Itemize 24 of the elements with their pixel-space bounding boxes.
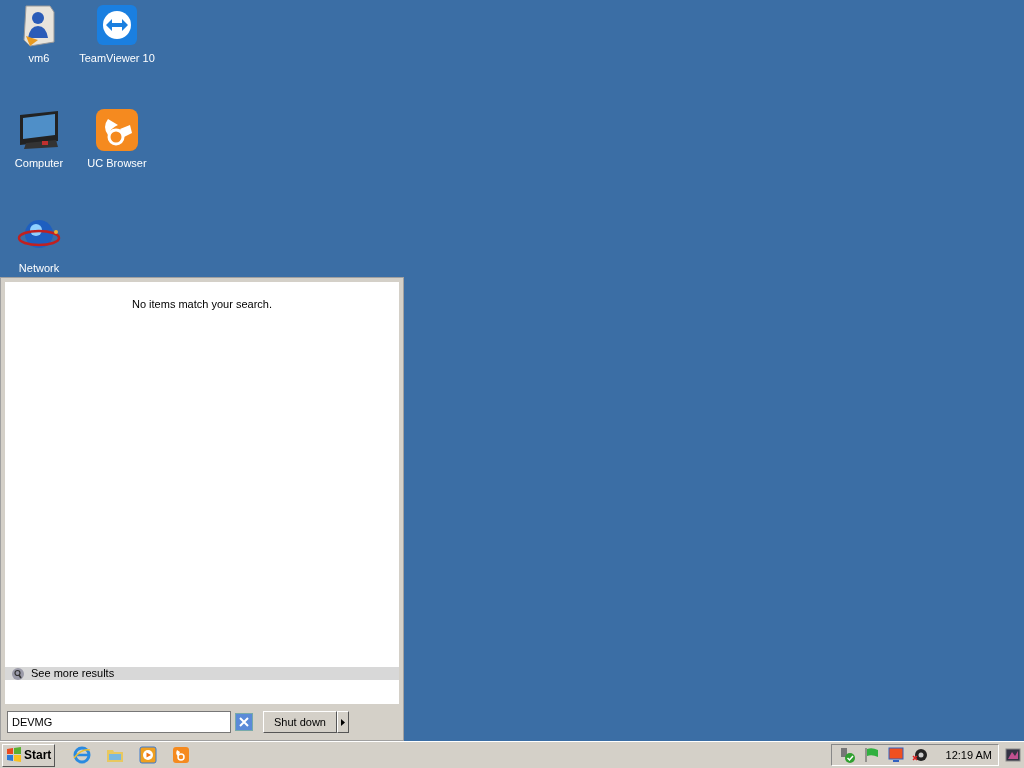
start-button[interactable]: Start xyxy=(2,743,56,767)
desktop-icon-label[interactable]: vm6 xyxy=(28,52,50,65)
arrows-icon xyxy=(94,2,140,48)
search-field[interactable]: DEVMG xyxy=(7,711,231,733)
speaker-muted-icon[interactable] xyxy=(911,747,928,763)
desktop-preview-icon[interactable] xyxy=(1005,747,1021,763)
clock[interactable]: 12:19 AM xyxy=(945,746,992,764)
shut-down-button[interactable]: Shut down xyxy=(263,711,337,733)
search-icon xyxy=(11,666,25,681)
shut-down-options-button[interactable] xyxy=(337,711,349,733)
desktop-icon-label[interactable]: Network xyxy=(18,262,60,275)
browser-e-icon[interactable] xyxy=(73,746,92,764)
caret-icon xyxy=(341,718,345,726)
desktop-icon-label[interactable]: TeamViewer 10 xyxy=(79,52,155,65)
media-player-icon[interactable] xyxy=(139,746,158,764)
clear-search-button[interactable] xyxy=(235,713,253,731)
monitor-icon[interactable] xyxy=(887,747,904,763)
close-icon xyxy=(239,717,249,727)
flag-icon[interactable] xyxy=(863,747,880,763)
desktop-icon-label[interactable]: Computer xyxy=(14,157,64,170)
windows-logo-icon xyxy=(6,747,22,763)
desktop-icon-label[interactable]: UC Browser xyxy=(87,157,147,170)
no-results-message: No items match your search. xyxy=(131,297,273,312)
see-more-results-item[interactable]: See more results xyxy=(5,667,399,680)
